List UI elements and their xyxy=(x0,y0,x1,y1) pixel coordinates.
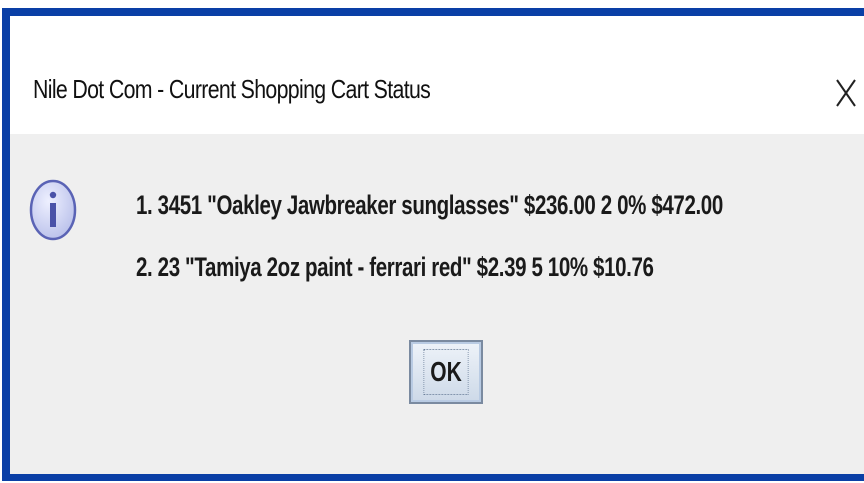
close-button[interactable] xyxy=(828,72,862,112)
cart-item-line: 1. 3451 "Oakley Jawbreaker sunglasses" $… xyxy=(136,190,723,220)
ok-button[interactable]: OK xyxy=(409,340,483,404)
dialog-body: Nile Dot Com - Current Shopping Cart Sta… xyxy=(10,16,864,474)
cart-item-line: 2. 23 "Tamiya 2oz paint - ferrari red" $… xyxy=(136,252,654,282)
title-bar[interactable]: Nile Dot Com - Current Shopping Cart Sta… xyxy=(10,16,864,134)
ok-button-label: OK xyxy=(423,349,469,395)
dialog-content: 1. 3451 "Oakley Jawbreaker sunglasses" $… xyxy=(10,134,864,474)
message-dialog: Nile Dot Com - Current Shopping Cart Sta… xyxy=(2,8,864,481)
dialog-title: Nile Dot Com - Current Shopping Cart Sta… xyxy=(33,74,431,104)
info-icon xyxy=(29,179,77,241)
close-icon xyxy=(836,79,856,107)
